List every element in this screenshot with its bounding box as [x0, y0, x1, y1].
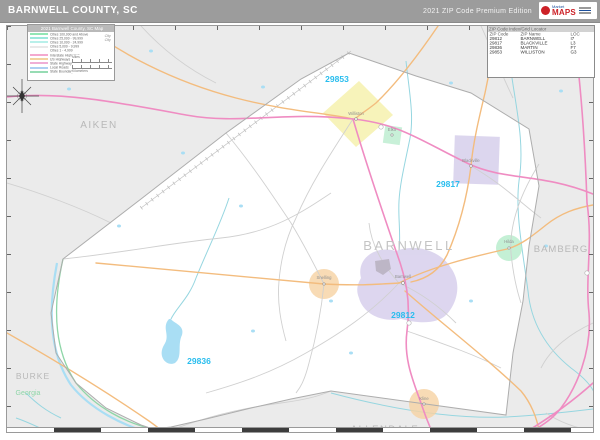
scale-km-label: Kilometers — [72, 69, 88, 73]
zip-table-row: 29853 WILLISTON G3 — [489, 49, 577, 55]
logo-text-lines — [579, 7, 592, 14]
zip-label-29853: 29853 — [325, 74, 349, 84]
edition-label: 2021 ZIP Code Premium Edition — [423, 8, 532, 15]
town-label-williston: Williston — [348, 111, 364, 116]
zip-index-table: ZIP Code Index/Grid Locator ZIP Code ZIP… — [487, 25, 595, 78]
neatline-scale-bar — [7, 427, 593, 432]
neighbor-label-bamberg: BAMBERG — [534, 244, 589, 255]
town-label-elko: Elko — [388, 127, 397, 132]
scale-miles-label: Miles — [72, 55, 80, 59]
map-page: BARNWELL COUNTY, SC 2021 ZIP Code Premiu… — [0, 0, 600, 440]
legend-city-samples: City City — [104, 34, 111, 43]
neighbor-label-aiken: AIKEN — [80, 120, 118, 131]
grid-ticks-right — [589, 26, 593, 432]
map-canvas: Williston Elko Blackville Barnwell Snell… — [6, 25, 594, 433]
scale-bars: Miles Kilometers — [72, 55, 112, 73]
town-label-snelling: Snelling — [317, 275, 333, 280]
town-label-blackville: Blackville — [462, 158, 480, 163]
legend-title: 2021 Barnwell County, SC Map — [40, 26, 104, 31]
header-bar: BARNWELL COUNTY, SC 2021 ZIP Code Premiu… — [0, 0, 600, 23]
market-maps-logo: Market MAPS — [539, 2, 597, 19]
county-map-svg: Williston Elko Blackville Barnwell Snell… — [7, 26, 593, 432]
county-name-label: BARNWELL — [363, 238, 455, 253]
town-label-kline: Kline — [419, 396, 429, 401]
zip-label-29817: 29817 — [436, 179, 460, 189]
logo-brand: MAPS — [552, 7, 576, 17]
logo-globe-icon — [541, 6, 550, 15]
zip-label-29836: 29836 — [187, 356, 211, 366]
town-label-barnwell: Barnwell — [395, 274, 411, 279]
neighbor-label-burke: BURKE — [16, 371, 50, 381]
legend-box: 2021 Barnwell County, SC Map Cities 100,… — [27, 24, 115, 81]
page-title: BARNWELL COUNTY, SC — [8, 5, 138, 16]
town-label-hilda: Hilda — [504, 239, 514, 244]
logo-brand-top: Market — [552, 4, 565, 9]
miles-ruler — [72, 59, 112, 63]
zip-label-29812: 29812 — [391, 310, 415, 320]
state-label-georgia: Georgia — [16, 390, 41, 397]
grid-ticks-left — [7, 26, 11, 432]
legend-title-bar: 2021 Barnwell County, SC Map — [28, 25, 114, 32]
